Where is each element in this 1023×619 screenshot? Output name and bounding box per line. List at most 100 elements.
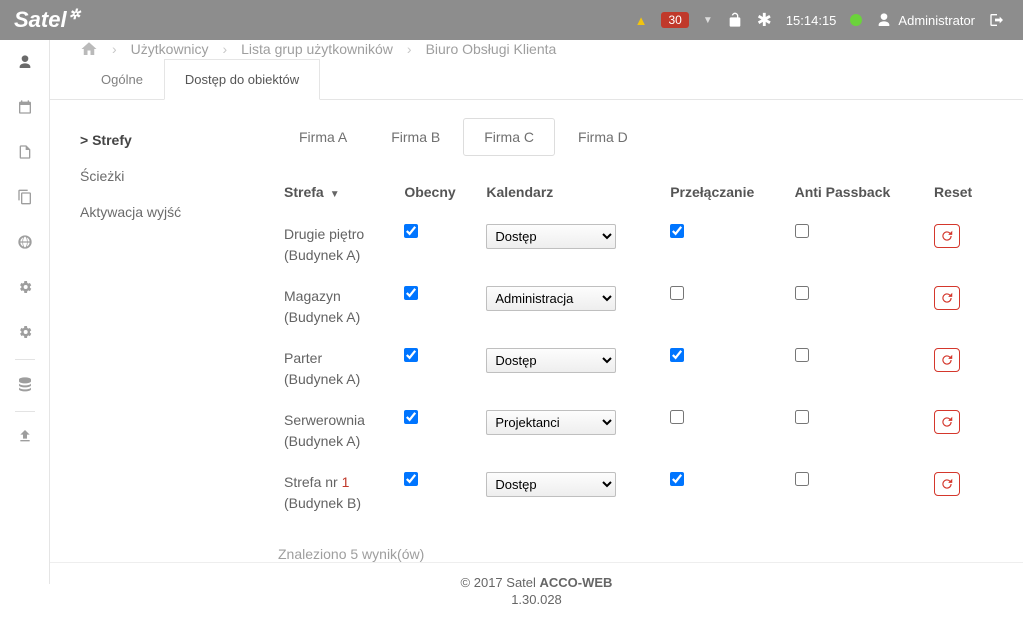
present-checkbox[interactable] bbox=[404, 472, 418, 486]
nav-gear[interactable] bbox=[17, 324, 33, 343]
left-nav bbox=[0, 40, 50, 584]
status-online-icon bbox=[850, 14, 862, 26]
clock-time: 15:14:15 bbox=[786, 13, 837, 28]
col-reset[interactable]: Reset bbox=[928, 176, 993, 214]
zone-number-link[interactable]: 1 bbox=[342, 474, 350, 490]
subtab-firma-d[interactable]: Firma D bbox=[557, 118, 649, 156]
chevron-right-icon: › bbox=[407, 41, 412, 57]
notification-badge[interactable]: 30 bbox=[661, 12, 688, 28]
calendar-select[interactable]: Dostęp bbox=[486, 472, 616, 497]
main-tabs: Ogólne Dostęp do obiektów bbox=[50, 58, 1023, 100]
breadcrumb-users[interactable]: Użytkownicy bbox=[131, 41, 209, 57]
toggle-checkbox[interactable] bbox=[670, 224, 684, 238]
toggle-checkbox[interactable] bbox=[670, 472, 684, 486]
asterisk-icon[interactable]: ✱ bbox=[757, 10, 772, 31]
footer-copy: © 2017 Satel bbox=[461, 575, 540, 590]
logo-text: Satel bbox=[14, 7, 67, 33]
header-right: ▲ 30 ▼ ✱ 15:14:15 Administrator bbox=[635, 10, 1005, 31]
reset-button[interactable] bbox=[934, 472, 960, 496]
content-sidemenu: > Strefy Ścieżki Aktywacja wyjść bbox=[80, 100, 260, 562]
tab-general[interactable]: Ogólne bbox=[80, 59, 164, 100]
footer-version: 1.30.028 bbox=[50, 592, 1023, 607]
col-zone[interactable]: Strefa ▼ bbox=[278, 176, 398, 214]
col-present[interactable]: Obecny bbox=[398, 176, 480, 214]
nav-copy[interactable] bbox=[17, 189, 33, 208]
present-checkbox[interactable] bbox=[404, 348, 418, 362]
home-icon[interactable] bbox=[80, 40, 98, 58]
zone-name: Magazyn(Budynek A) bbox=[284, 286, 392, 328]
calendar-select[interactable]: Dostęp bbox=[486, 224, 616, 249]
chevron-right-icon: › bbox=[222, 41, 227, 57]
present-checkbox[interactable] bbox=[404, 286, 418, 300]
dropdown-caret-icon[interactable]: ▼ bbox=[703, 15, 713, 26]
logout-icon[interactable] bbox=[989, 12, 1005, 28]
company-tabs: Firma A Firma B Firma C Firma D bbox=[278, 118, 993, 156]
subtab-firma-c[interactable]: Firma C bbox=[463, 118, 555, 156]
sidemenu-prefix: > bbox=[80, 132, 88, 148]
breadcrumb-current: Biuro Obsługi Klienta bbox=[426, 41, 557, 57]
nav-users[interactable] bbox=[17, 54, 33, 73]
warning-icon[interactable]: ▲ bbox=[635, 13, 648, 28]
zone-name: Parter(Budynek A) bbox=[284, 348, 392, 390]
zone-name: Drugie piętro(Budynek A) bbox=[284, 224, 392, 266]
results-count: Znaleziono 5 wynik(ów) bbox=[278, 546, 993, 562]
table-row: Magazyn(Budynek A) Administracja bbox=[278, 276, 993, 338]
chevron-right-icon: › bbox=[112, 41, 117, 57]
nav-database[interactable] bbox=[17, 376, 33, 395]
anti-passback-checkbox[interactable] bbox=[795, 348, 809, 362]
zones-table: Strefa ▼ Obecny Kalendarz Przełączanie An… bbox=[278, 176, 993, 524]
footer: © 2017 Satel ACCO-WEB 1.30.028 bbox=[50, 562, 1023, 619]
nav-calendar[interactable] bbox=[17, 99, 33, 118]
nav-separator-2 bbox=[15, 411, 35, 412]
present-checkbox[interactable] bbox=[404, 224, 418, 238]
user-icon bbox=[876, 12, 892, 28]
sidemenu-output-activation[interactable]: Aktywacja wyjść bbox=[80, 194, 260, 230]
col-anti-passback[interactable]: Anti Passback bbox=[789, 176, 928, 214]
toggle-checkbox[interactable] bbox=[670, 410, 684, 424]
zone-name: Strefa nr 1(Budynek B) bbox=[284, 472, 392, 514]
calendar-select[interactable]: Projektanci bbox=[486, 410, 616, 435]
logo: Satel✲ bbox=[14, 7, 80, 33]
col-toggle[interactable]: Przełączanie bbox=[664, 176, 788, 214]
anti-passback-checkbox[interactable] bbox=[795, 472, 809, 486]
col-zone-label: Strefa bbox=[284, 184, 324, 200]
reset-button[interactable] bbox=[934, 410, 960, 434]
nav-document[interactable] bbox=[17, 144, 33, 163]
sidemenu-zones[interactable]: > Strefy bbox=[80, 122, 260, 158]
user-menu[interactable]: Administrator bbox=[876, 12, 975, 28]
breadcrumb: › Użytkownicy › Lista grup użytkowników … bbox=[50, 40, 1023, 58]
toggle-checkbox[interactable] bbox=[670, 286, 684, 300]
nav-cogs[interactable] bbox=[17, 279, 33, 298]
zone-name: Serwerownia(Budynek A) bbox=[284, 410, 392, 452]
user-name: Administrator bbox=[898, 13, 975, 28]
sort-indicator-icon: ▼ bbox=[330, 189, 340, 200]
nav-globe[interactable] bbox=[17, 234, 33, 253]
reset-button[interactable] bbox=[934, 286, 960, 310]
table-row: Drugie piętro(Budynek A) Dostęp bbox=[278, 214, 993, 276]
anti-passback-checkbox[interactable] bbox=[795, 224, 809, 238]
footer-product: ACCO-WEB bbox=[540, 575, 613, 590]
tab-object-access[interactable]: Dostęp do obiektów bbox=[164, 59, 320, 100]
anti-passback-checkbox[interactable] bbox=[795, 286, 809, 300]
calendar-select[interactable]: Dostęp bbox=[486, 348, 616, 373]
present-checkbox[interactable] bbox=[404, 410, 418, 424]
table-row: Parter(Budynek A) Dostęp bbox=[278, 338, 993, 400]
breadcrumb-groups-list[interactable]: Lista grup użytkowników bbox=[241, 41, 393, 57]
subtab-firma-a[interactable]: Firma A bbox=[278, 118, 368, 156]
gear-icon: ✲ bbox=[69, 6, 81, 23]
calendar-select[interactable]: Administracja bbox=[486, 286, 616, 311]
reset-button[interactable] bbox=[934, 348, 960, 372]
toggle-checkbox[interactable] bbox=[670, 348, 684, 362]
unlock-icon[interactable] bbox=[727, 12, 743, 28]
sidemenu-paths[interactable]: Ścieżki bbox=[80, 158, 260, 194]
table-row: Serwerownia(Budynek A) Projektanci bbox=[278, 400, 993, 462]
sidemenu-label: Strefy bbox=[92, 132, 132, 148]
subtab-firma-b[interactable]: Firma B bbox=[370, 118, 461, 156]
app-header: Satel✲ ▲ 30 ▼ ✱ 15:14:15 Administrator bbox=[0, 0, 1023, 40]
nav-separator bbox=[15, 359, 35, 360]
col-calendar[interactable]: Kalendarz bbox=[480, 176, 664, 214]
anti-passback-checkbox[interactable] bbox=[795, 410, 809, 424]
nav-upload[interactable] bbox=[17, 428, 33, 447]
table-row: Strefa nr 1(Budynek B) Dostęp bbox=[278, 462, 993, 524]
reset-button[interactable] bbox=[934, 224, 960, 248]
